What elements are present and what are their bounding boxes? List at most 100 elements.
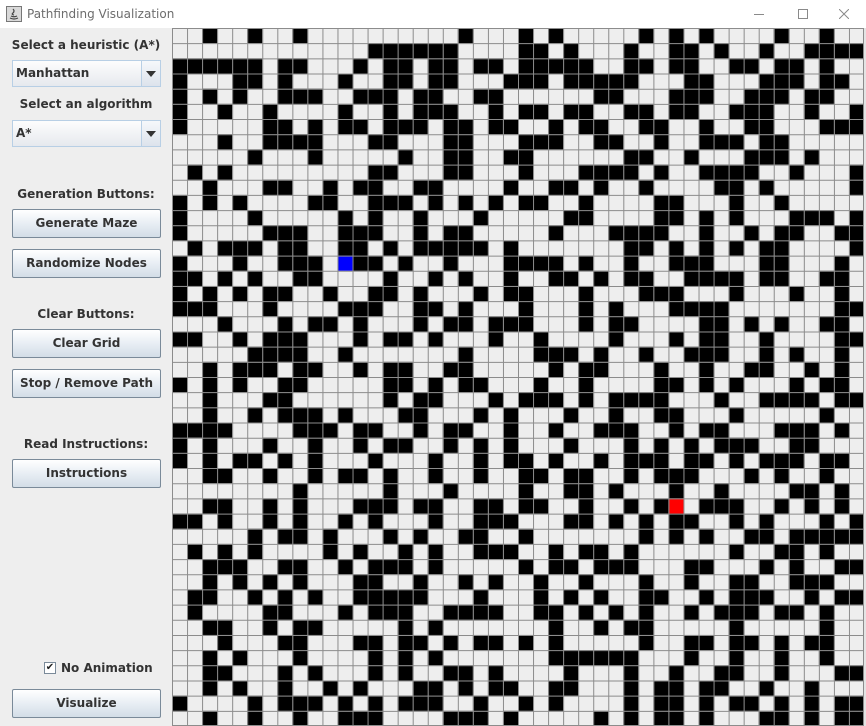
wall-cell[interactable]: [563, 468, 579, 484]
wall-cell[interactable]: [698, 422, 714, 438]
wall-cell[interactable]: [412, 225, 428, 241]
wall-cell[interactable]: [397, 58, 413, 74]
wall-cell[interactable]: [412, 240, 428, 256]
wall-cell[interactable]: [578, 392, 594, 408]
wall-cell[interactable]: [578, 513, 594, 529]
wall-cell[interactable]: [563, 437, 579, 453]
wall-cell[interactable]: [277, 407, 293, 423]
wall-cell[interactable]: [277, 134, 293, 150]
wall-cell[interactable]: [728, 665, 744, 681]
wall-cell[interactable]: [788, 559, 804, 575]
wall-cell[interactable]: [758, 240, 774, 256]
wall-cell[interactable]: [668, 255, 684, 271]
wall-cell[interactable]: [202, 619, 218, 635]
wall-cell[interactable]: [683, 73, 699, 89]
wall-cell[interactable]: [713, 331, 729, 347]
wall-cell[interactable]: [713, 316, 729, 332]
wall-cell[interactable]: [202, 498, 218, 514]
wall-cell[interactable]: [412, 301, 428, 317]
wall-cell[interactable]: [593, 710, 609, 726]
wall-cell[interactable]: [412, 103, 428, 120]
wall-cell[interactable]: [833, 316, 849, 332]
wall-cell[interactable]: [848, 710, 864, 726]
wall-cell[interactable]: [818, 270, 834, 286]
wall-cell[interactable]: [502, 543, 518, 560]
wall-cell[interactable]: [292, 361, 308, 377]
wall-cell[interactable]: [472, 710, 488, 726]
wall-cell[interactable]: [743, 225, 759, 241]
wall-cell[interactable]: [262, 331, 278, 347]
wall-cell[interactable]: [442, 119, 458, 135]
wall-cell[interactable]: [397, 119, 413, 135]
wall-cell[interactable]: [337, 513, 353, 529]
wall-cell[interactable]: [788, 225, 804, 241]
wall-cell[interactable]: [833, 665, 849, 681]
wall-cell[interactable]: [818, 468, 834, 484]
wall-cell[interactable]: [472, 407, 488, 423]
wall-cell[interactable]: [803, 437, 819, 453]
wall-cell[interactable]: [818, 407, 834, 423]
wall-cell[interactable]: [803, 43, 819, 59]
wall-cell[interactable]: [277, 665, 293, 681]
wall-cell[interactable]: [382, 285, 398, 302]
wall-cell[interactable]: [548, 134, 564, 150]
wall-cell[interactable]: [608, 73, 624, 89]
wall-cell[interactable]: [457, 665, 473, 681]
wall-cell[interactable]: [352, 225, 368, 241]
wall-cell[interactable]: [232, 650, 248, 666]
start-node[interactable]: [337, 255, 353, 271]
wall-cell[interactable]: [487, 392, 503, 408]
wall-cell[interactable]: [442, 710, 458, 726]
wall-cell[interactable]: [187, 543, 203, 560]
wall-cell[interactable]: [472, 210, 488, 226]
wall-cell[interactable]: [202, 361, 218, 377]
wall-cell[interactable]: [518, 164, 534, 180]
wall-cell[interactable]: [382, 88, 398, 104]
wall-cell[interactable]: [533, 604, 549, 620]
wall-cell[interactable]: [232, 285, 248, 302]
wall-cell[interactable]: [833, 483, 849, 499]
wall-cell[interactable]: [548, 119, 564, 135]
wall-cell[interactable]: [487, 316, 503, 332]
wall-cell[interactable]: [232, 377, 248, 393]
wall-cell[interactable]: [653, 589, 669, 605]
wall-cell[interactable]: [533, 255, 549, 271]
wall-cell[interactable]: [548, 361, 564, 377]
wall-cell[interactable]: [457, 149, 473, 165]
wall-cell[interactable]: [382, 194, 398, 211]
wall-cell[interactable]: [788, 422, 804, 438]
wall-cell[interactable]: [608, 134, 624, 150]
wall-cell[interactable]: [533, 468, 549, 484]
wall-cell[interactable]: [217, 240, 233, 256]
wall-cell[interactable]: [442, 316, 458, 332]
wall-cell[interactable]: [683, 88, 699, 104]
wall-cell[interactable]: [502, 513, 518, 529]
wall-cell[interactable]: [833, 285, 849, 302]
wall-cell[interactable]: [352, 301, 368, 317]
wall-cell[interactable]: [307, 194, 323, 211]
wall-cell[interactable]: [442, 240, 458, 256]
wall-cell[interactable]: [623, 619, 639, 635]
wall-cell[interactable]: [548, 392, 564, 408]
wall-cell[interactable]: [638, 452, 654, 469]
wall-cell[interactable]: [427, 240, 443, 256]
wall-cell[interactable]: [833, 119, 849, 135]
wall-cell[interactable]: [713, 301, 729, 317]
wall-cell[interactable]: [848, 392, 864, 408]
wall-cell[interactable]: [202, 452, 218, 469]
wall-cell[interactable]: [758, 270, 774, 286]
wall-cell[interactable]: [457, 194, 473, 211]
wall-cell[interactable]: [277, 559, 293, 575]
wall-cell[interactable]: [172, 695, 188, 711]
wall-cell[interactable]: [818, 619, 834, 635]
wall-cell[interactable]: [758, 88, 774, 104]
wall-cell[interactable]: [187, 331, 203, 347]
wall-cell[interactable]: [578, 361, 594, 377]
wall-cell[interactable]: [307, 149, 323, 165]
wall-cell[interactable]: [578, 210, 594, 226]
wall-cell[interactable]: [472, 285, 488, 302]
wall-cell[interactable]: [412, 392, 428, 408]
wall-cell[interactable]: [698, 528, 714, 544]
stop-remove-path-button[interactable]: Stop / Remove Path: [12, 369, 161, 398]
wall-cell[interactable]: [533, 58, 549, 74]
